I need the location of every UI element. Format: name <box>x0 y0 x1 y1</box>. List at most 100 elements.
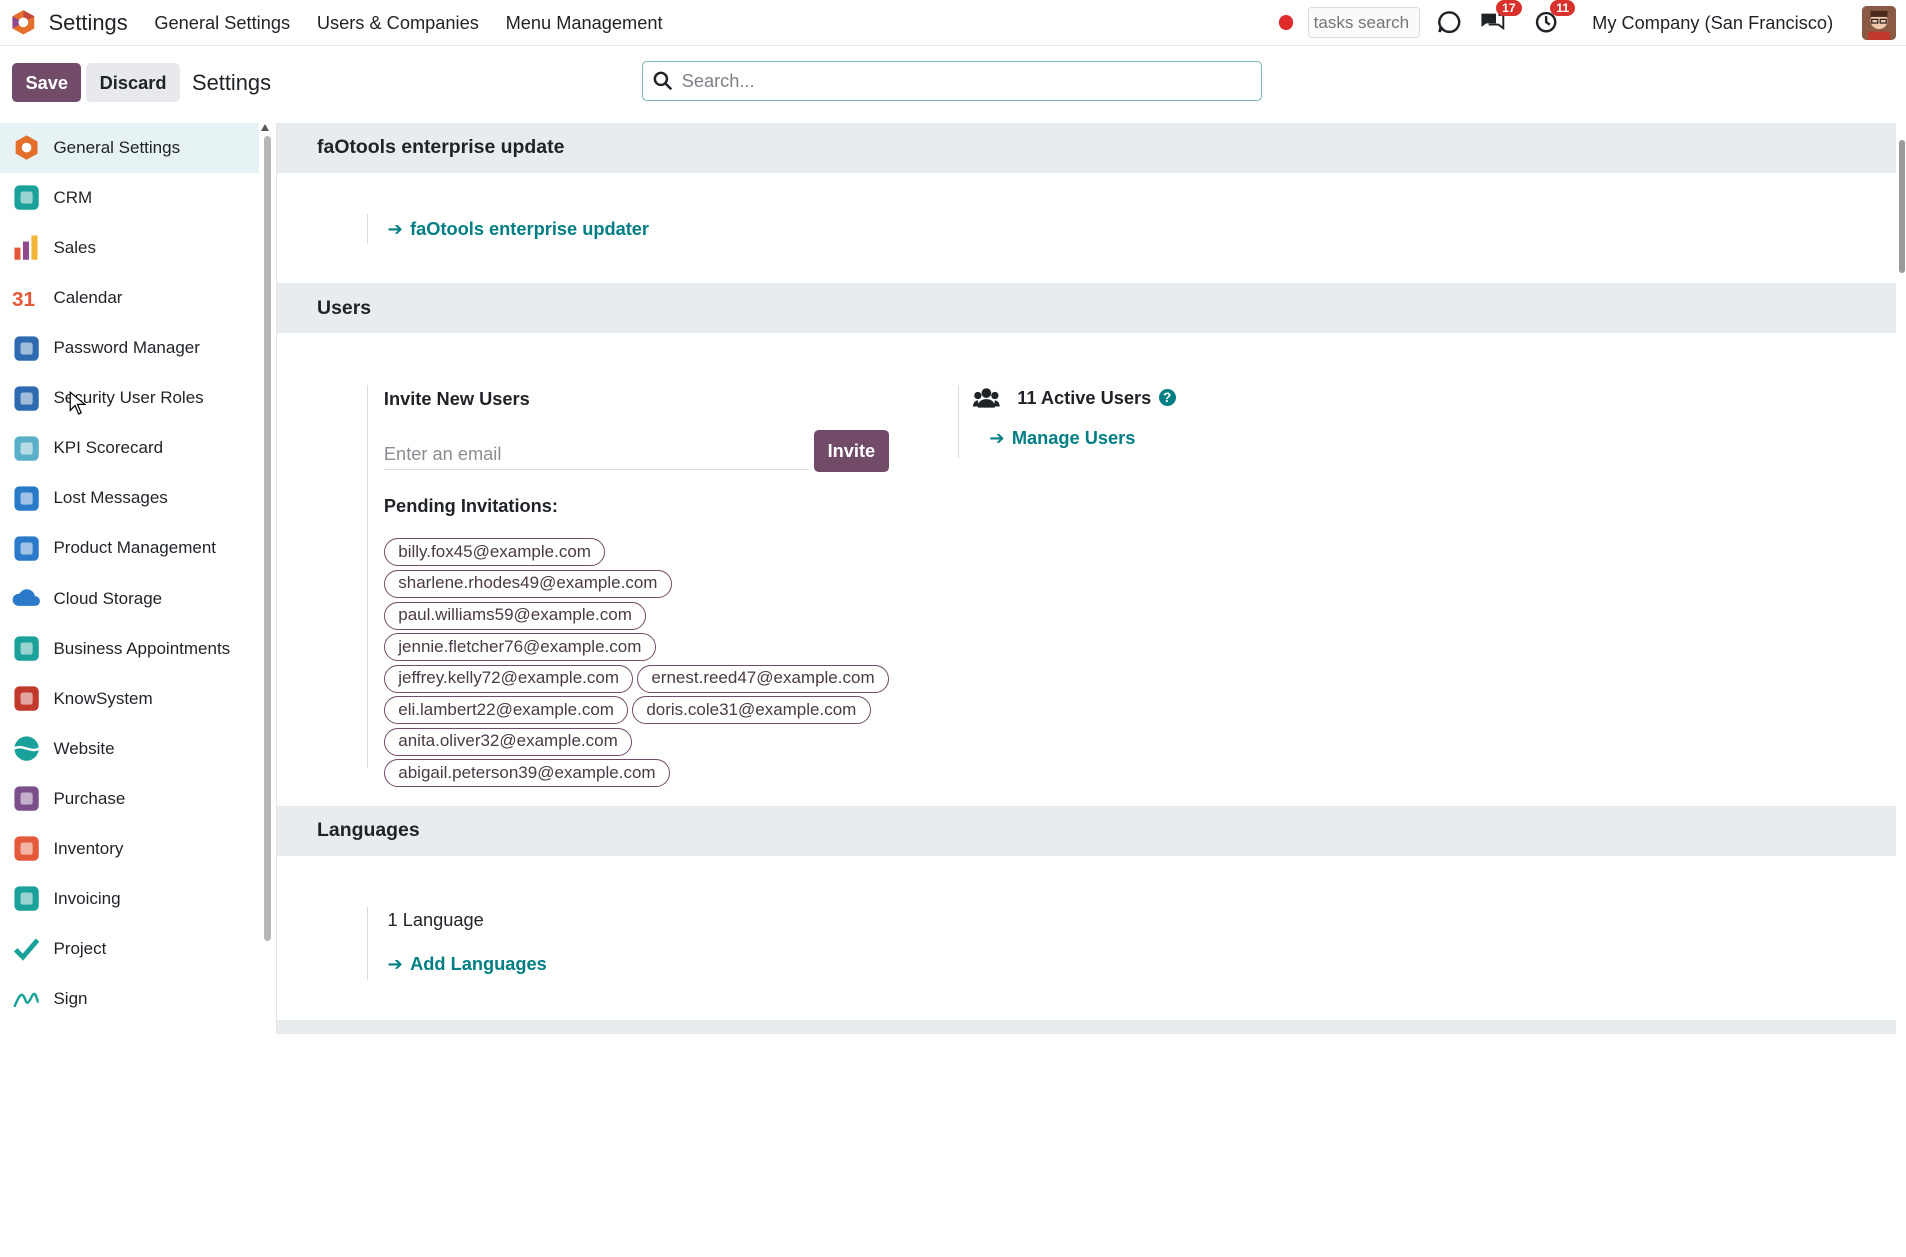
sidebar-item-label: Invoicing <box>53 888 121 908</box>
sidebar-item-label: Inventory <box>53 838 124 858</box>
website-icon <box>13 736 40 761</box>
content-scroll-thumb[interactable] <box>1898 139 1905 274</box>
users-section: Invite New Users Invite Pending Invitati… <box>277 333 1896 806</box>
setting-divider <box>957 385 959 459</box>
pending-invitations-list: billy.fox45@example.com sharlene.rhodes49… <box>383 537 889 790</box>
invite-button[interactable]: Invite <box>814 430 889 472</box>
sidebar-item-knowsystem[interactable]: KnowSystem <box>0 674 259 724</box>
invitation-chip[interactable]: sharlene.rhodes49@example.com <box>383 570 672 598</box>
invitation-chip[interactable]: abigail.peterson39@example.com <box>383 759 670 788</box>
sidebar-item-kpi-scorecard[interactable]: KPI Scorecard <box>0 423 259 473</box>
product-management-icon <box>14 536 39 561</box>
invitation-chip[interactable]: eli.lambert22@example.com <box>383 696 629 725</box>
invitation-chip[interactable]: ernest.reed47@example.com <box>636 664 889 693</box>
search-icon <box>653 71 672 91</box>
invitation-row: jennie.fletcher76@example.com <box>383 632 889 662</box>
record-icon[interactable] <box>1278 15 1294 30</box>
invite-email-input[interactable] <box>383 438 810 471</box>
activity-clock-icon[interactable]: 11 <box>1531 0 1576 37</box>
arrow-right-icon: ➔ <box>387 217 403 239</box>
app-name[interactable]: Settings <box>49 10 128 36</box>
invitation-chip[interactable]: jennie.fletcher76@example.com <box>383 633 656 662</box>
purchase-icon <box>14 786 39 811</box>
active-users-row: 11 Active Users ? <box>973 387 1176 409</box>
company-switcher[interactable]: My Company (San Francisco) <box>1592 12 1833 34</box>
section-header-faotools: faOtools enterprise update <box>276 122 1897 173</box>
sidebar-item-lost-messages[interactable]: Lost Messages <box>0 473 259 523</box>
sidebar-item-label: KnowSystem <box>53 688 153 708</box>
tasks-search-input[interactable] <box>1307 6 1420 39</box>
mouse-cursor-icon <box>69 391 87 416</box>
sign-icon <box>13 992 40 1007</box>
add-languages-link[interactable]: ➔ Add Languages <box>388 953 547 975</box>
section-header-users: Users <box>276 283 1897 334</box>
crm-icon <box>14 185 39 211</box>
sidebar-item-password-manager[interactable]: Password Manager <box>0 323 259 373</box>
manage-users-link[interactable]: ➔ Manage Users <box>989 427 1135 449</box>
faotools-updater-label: faOtools enterprise updater <box>410 217 650 239</box>
sidebar-item-project[interactable]: Project <box>0 924 259 974</box>
section-header-next <box>276 1019 1897 1035</box>
sidebar-item-label: Business Appointments <box>53 638 231 658</box>
invitation-chip[interactable]: billy.fox45@example.com <box>383 538 606 567</box>
nav-general-settings[interactable]: General Settings <box>154 12 290 34</box>
sales-icon <box>14 235 38 261</box>
sidebar-item-inventory[interactable]: Inventory <box>0 824 259 874</box>
pending-title: Pending Invitations: <box>383 494 558 516</box>
sidebar-item-label: Lost Messages <box>53 488 168 508</box>
sidebar-item-website[interactable]: Website <box>0 724 259 774</box>
sidebar-item-sign[interactable]: Sign <box>0 974 259 1024</box>
invitation-row: sharlene.rhodes49@example.com <box>383 569 889 599</box>
invitation-chip[interactable]: jeffrey.kelly72@example.com <box>383 664 634 693</box>
user-avatar[interactable] <box>1862 5 1897 40</box>
sidebar-item-security-user-roles[interactable]: Security User Roles <box>0 373 259 423</box>
sidebar-item-label: Calendar <box>53 288 123 308</box>
settings-sidebar: General Settings CRM Sales 31 Calendar Passwo… <box>0 122 259 1035</box>
faotools-section: ➔ faOtools enterprise updater <box>277 173 1896 284</box>
sidebar-item-label: General Settings <box>53 137 181 157</box>
voip-icon[interactable] <box>1434 8 1463 37</box>
sidebar-item-sales[interactable]: Sales <box>0 223 259 273</box>
sidebar-item-cloud-storage[interactable]: Cloud Storage <box>0 573 259 623</box>
odoo-logo-icon[interactable] <box>10 9 37 36</box>
settings-content: faOtools enterprise update ➔ faOtools en… <box>275 122 1897 1035</box>
sidebar-item-calendar[interactable]: 31 Calendar <box>0 273 259 323</box>
invitation-row: anita.oliver32@example.com <box>383 727 889 757</box>
invitation-chip[interactable]: paul.williams59@example.com <box>383 601 647 630</box>
sidebar-item-invoicing[interactable]: Invoicing <box>0 874 259 924</box>
sidebar-item-label: Password Manager <box>53 338 200 358</box>
invitation-chip[interactable]: doris.cole31@example.com <box>631 696 871 725</box>
appointments-icon <box>14 636 39 661</box>
setting-divider <box>366 906 368 980</box>
faotools-updater-link[interactable]: ➔ faOtools enterprise updater <box>388 218 649 240</box>
sidebar-item-product-management[interactable]: Product Management <box>0 523 259 573</box>
sidebar-item-label: Cloud Storage <box>53 588 163 608</box>
sidebar-item-label: Product Management <box>53 538 216 558</box>
setting-divider <box>366 385 368 769</box>
invitation-chip[interactable]: anita.oliver32@example.com <box>383 727 633 756</box>
password-manager-icon <box>14 335 39 361</box>
calendar-icon: 31 <box>12 289 35 312</box>
sidebar-item-label: Sign <box>53 989 88 1009</box>
sidebar-item-crm[interactable]: CRM <box>0 173 259 223</box>
svg-text:31: 31 <box>12 289 35 312</box>
sidebar-item-purchase[interactable]: Purchase <box>0 774 259 824</box>
scroll-up-arrow-icon[interactable] <box>261 124 270 131</box>
invitation-row: abigail.peterson39@example.com <box>383 758 889 788</box>
chat-icon[interactable]: 17 <box>1478 0 1522 37</box>
search-input[interactable] <box>681 69 1217 92</box>
sidebar-item-label: KPI Scorecard <box>53 438 164 458</box>
knowsystem-icon <box>14 686 39 711</box>
discard-button[interactable]: Discard <box>86 63 180 103</box>
save-button[interactable]: Save <box>12 63 82 103</box>
sidebar-item-label: Purchase <box>53 788 126 808</box>
arrow-right-icon: ➔ <box>387 952 403 974</box>
sidebar-scroll-thumb[interactable] <box>263 136 272 941</box>
nav-menu-management[interactable]: Menu Management <box>506 12 663 34</box>
nav-users-companies[interactable]: Users & Companies <box>317 12 479 34</box>
settings-search[interactable] <box>641 60 1262 101</box>
breadcrumb-title: Settings <box>191 69 272 95</box>
help-icon[interactable]: ? <box>1158 389 1176 407</box>
sidebar-item-general-settings[interactable]: General Settings <box>0 122 259 173</box>
sidebar-item-business-appointments[interactable]: Business Appointments <box>0 624 259 674</box>
